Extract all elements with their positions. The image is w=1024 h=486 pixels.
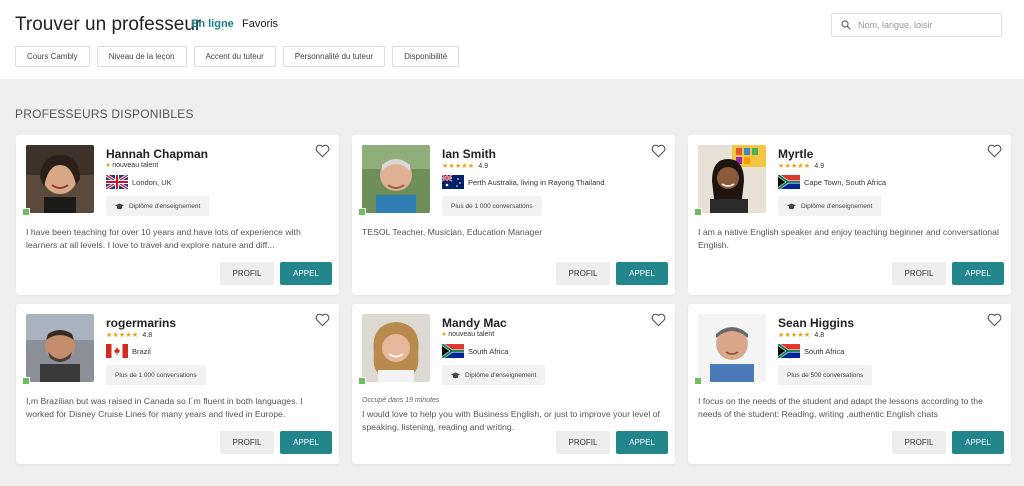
profile-button[interactable]: PROFIL bbox=[556, 431, 610, 454]
online-indicator bbox=[694, 208, 702, 216]
filter-lesson-level[interactable]: Niveau de la leçon bbox=[96, 46, 187, 67]
search-box[interactable] bbox=[831, 13, 1002, 37]
tutor-card[interactable]: rogermarins ★★★★★ 4.8 Brazil Plus de 1 00… bbox=[16, 304, 339, 464]
credential-badge: Diplôme d'enseignement bbox=[442, 365, 546, 385]
online-indicator bbox=[358, 208, 366, 216]
filter-cambly-course[interactable]: Cours Cambly bbox=[15, 46, 90, 67]
profile-button[interactable]: PROFIL bbox=[892, 431, 946, 454]
section-title: PROFESSEURS DISPONIBLES bbox=[15, 107, 194, 121]
tutor-name[interactable]: Hannah Chapman bbox=[106, 147, 208, 161]
tutor-card[interactable]: Myrtle ★★★★★ 4.9 Cape Town, South Africa … bbox=[688, 135, 1011, 295]
heart-icon[interactable] bbox=[987, 313, 1002, 327]
south-africa-flag-icon bbox=[778, 344, 800, 358]
online-indicator bbox=[694, 377, 702, 385]
tutor-description: I have been teaching for over 10 years a… bbox=[26, 227, 301, 250]
avatar bbox=[698, 314, 766, 382]
heart-icon[interactable] bbox=[651, 313, 666, 327]
star-rating-icon: ★★★★★ bbox=[778, 332, 811, 339]
tab-favorites[interactable]: Favoris bbox=[242, 18, 278, 30]
heart-icon[interactable] bbox=[315, 313, 330, 327]
tutor-location: London, UK bbox=[106, 175, 172, 189]
header-bar: Trouver un professeur En ligne Favoris C… bbox=[0, 0, 1024, 79]
online-indicator bbox=[22, 377, 30, 385]
credential-badge: Plus de 1 000 conversations bbox=[106, 365, 206, 385]
credential-badge: Plus de 500 conversations bbox=[778, 365, 873, 385]
avatar bbox=[698, 145, 766, 213]
call-button[interactable]: APPEL bbox=[616, 262, 668, 285]
filter-tutor-personality[interactable]: Personnalité du tuteur bbox=[282, 46, 386, 67]
tutor-name[interactable]: Ian Smith bbox=[442, 147, 496, 161]
tutor-description: I,m Brazilian but was raised in Canada s… bbox=[26, 396, 303, 419]
tutor-card[interactable]: Hannah Chapman ● nouveau talent London, U… bbox=[16, 135, 339, 295]
tutor-rating: ★★★★★ 4.8 bbox=[106, 331, 153, 340]
tutor-name[interactable]: Sean Higgins bbox=[778, 316, 854, 330]
filter-availability[interactable]: Disponibilité bbox=[392, 46, 460, 67]
call-button[interactable]: APPEL bbox=[280, 262, 332, 285]
avatar bbox=[362, 314, 430, 382]
tutor-rating: ★★★★★ 4.8 bbox=[778, 331, 825, 340]
credential-badge: Diplôme d'enseignement bbox=[106, 196, 210, 216]
tutor-status: ● nouveau talent bbox=[106, 162, 159, 169]
profile-button[interactable]: PROFIL bbox=[892, 262, 946, 285]
page-title: Trouver un professeur bbox=[15, 14, 202, 35]
credential-badge: Diplôme d'enseignement bbox=[778, 196, 882, 216]
tutor-card[interactable]: Ian Smith ★★★★★ 4.9 Perth Australia, livi… bbox=[352, 135, 675, 295]
call-button[interactable]: APPEL bbox=[616, 431, 668, 454]
call-button[interactable]: APPEL bbox=[952, 431, 1004, 454]
online-indicator bbox=[22, 208, 30, 216]
search-icon bbox=[841, 20, 851, 30]
call-button[interactable]: APPEL bbox=[280, 431, 332, 454]
filter-tutor-accent[interactable]: Accent du tuteur bbox=[193, 46, 276, 67]
tab-online[interactable]: En ligne bbox=[191, 18, 234, 30]
tutor-name[interactable]: Myrtle bbox=[778, 147, 813, 161]
tutor-description: I am a native English speaker and enjoy … bbox=[698, 227, 999, 250]
online-indicator bbox=[358, 377, 366, 385]
new-talent-icon: ● bbox=[442, 331, 447, 338]
uk-flag-icon bbox=[106, 175, 128, 189]
avatar bbox=[26, 314, 94, 382]
profile-button[interactable]: PROFIL bbox=[556, 262, 610, 285]
avatar bbox=[26, 145, 94, 213]
graduation-cap-icon bbox=[451, 372, 460, 378]
tutor-name[interactable]: rogermarins bbox=[106, 316, 176, 330]
heart-icon[interactable] bbox=[987, 144, 1002, 158]
star-rating-icon: ★★★★★ bbox=[778, 163, 811, 170]
tutor-card[interactable]: Mandy Mac ● nouveau talent South Africa D… bbox=[352, 304, 675, 464]
graduation-cap-icon bbox=[115, 203, 124, 209]
credential-badge: Plus de 1 000 conversations bbox=[442, 196, 542, 216]
south-africa-flag-icon bbox=[442, 344, 464, 358]
tutor-name[interactable]: Mandy Mac bbox=[442, 316, 507, 330]
star-rating-icon: ★★★★★ bbox=[106, 332, 139, 339]
tutor-location: Brazil bbox=[106, 344, 151, 358]
profile-button[interactable]: PROFIL bbox=[220, 431, 274, 454]
heart-icon[interactable] bbox=[651, 144, 666, 158]
tutor-rating: ★★★★★ 4.9 bbox=[442, 162, 489, 171]
south-africa-flag-icon bbox=[778, 175, 800, 189]
tutor-status: ● nouveau talent bbox=[442, 331, 495, 338]
profile-button[interactable]: PROFIL bbox=[220, 262, 274, 285]
australia-flag-icon bbox=[442, 175, 464, 189]
call-button[interactable]: APPEL bbox=[952, 262, 1004, 285]
tutor-location: South Africa bbox=[778, 344, 844, 358]
tutor-location: Cape Town, South Africa bbox=[778, 175, 886, 189]
tutor-description: I focus on the needs of the student and … bbox=[698, 396, 983, 419]
new-talent-icon: ● bbox=[106, 162, 111, 169]
busy-notice: Occupé dans 19 minutes bbox=[362, 397, 440, 404]
heart-icon[interactable] bbox=[315, 144, 330, 158]
tutor-description: TESOL Teacher, Musician, Education Manag… bbox=[362, 227, 543, 237]
search-input[interactable] bbox=[858, 20, 998, 30]
star-rating-icon: ★★★★★ bbox=[442, 163, 475, 170]
graduation-cap-icon bbox=[787, 203, 796, 209]
tutor-location: Perth Australia, living in Rayong Thaila… bbox=[442, 175, 605, 189]
tutor-card[interactable]: Sean Higgins ★★★★★ 4.8 South Africa Plus … bbox=[688, 304, 1011, 464]
tutor-rating: ★★★★★ 4.9 bbox=[778, 162, 825, 171]
canada-flag-icon bbox=[106, 344, 128, 358]
tutor-location: South Africa bbox=[442, 344, 508, 358]
filter-bar: Cours Cambly Niveau de la leçon Accent d… bbox=[15, 46, 460, 67]
avatar bbox=[362, 145, 430, 213]
